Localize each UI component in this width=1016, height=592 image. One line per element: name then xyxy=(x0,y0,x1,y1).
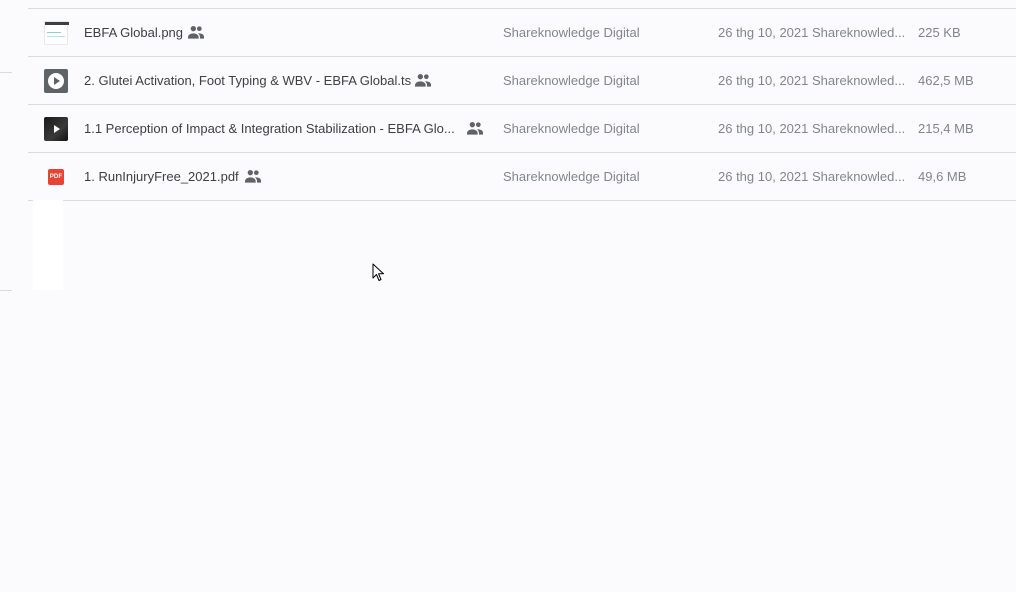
left-panel-divider xyxy=(0,290,12,291)
empty-list-area xyxy=(33,200,63,290)
file-modified-date: 26 thg 10, 2021 xyxy=(718,73,809,88)
shared-people-icon xyxy=(415,73,431,87)
file-size: 215,4 MB xyxy=(918,121,974,136)
file-size: 462,5 MB xyxy=(918,73,974,88)
file-owner: Shareknowledge Digital xyxy=(503,169,640,184)
file-owner: Shareknowledge Digital xyxy=(503,121,640,136)
file-name: 2. Glutei Activation, Foot Typing & WBV … xyxy=(84,73,412,88)
drive-file-list-screen: EBFA Global.png Shareknowledge Digital 2… xyxy=(0,0,1016,592)
file-row[interactable]: PDF 1. RunInjuryFree_2021.pdf Shareknowl… xyxy=(28,153,1016,201)
left-panel-divider xyxy=(0,72,12,73)
file-row[interactable]: EBFA Global.png Shareknowledge Digital 2… xyxy=(28,9,1016,57)
file-owner: Shareknowledge Digital xyxy=(503,73,640,88)
pdf-file-icon: PDF xyxy=(48,169,64,185)
file-modified-by: Shareknowled... xyxy=(812,25,906,40)
image-thumbnail-icon xyxy=(44,21,69,45)
shared-people-icon xyxy=(245,169,261,183)
mouse-cursor-icon xyxy=(372,263,386,283)
file-row[interactable]: 2. Glutei Activation, Foot Typing & WBV … xyxy=(28,57,1016,105)
file-name: 1. RunInjuryFree_2021.pdf xyxy=(84,169,239,184)
shared-people-icon xyxy=(188,25,204,39)
video-play-icon xyxy=(44,117,68,141)
file-row[interactable]: 1.1 Perception of Impact & Integration S… xyxy=(28,105,1016,153)
file-modified-by: Shareknowled... xyxy=(812,73,906,88)
video-play-icon xyxy=(44,69,68,93)
left-panel-edge xyxy=(0,0,12,592)
file-modified-by: Shareknowled... xyxy=(812,121,906,136)
file-modified-date: 26 thg 10, 2021 xyxy=(718,169,809,184)
file-size: 49,6 MB xyxy=(918,169,967,184)
file-modified-date: 26 thg 10, 2021 xyxy=(718,25,809,40)
file-name: 1.1 Perception of Impact & Integration S… xyxy=(84,121,455,136)
file-size: 225 KB xyxy=(918,25,961,40)
file-modified-date: 26 thg 10, 2021 xyxy=(718,121,809,136)
file-modified-by: Shareknowled... xyxy=(812,169,906,184)
file-owner: Shareknowledge Digital xyxy=(503,25,640,40)
file-name: EBFA Global.png xyxy=(84,25,184,40)
shared-people-icon xyxy=(467,121,483,135)
file-list: EBFA Global.png Shareknowledge Digital 2… xyxy=(28,8,1016,201)
